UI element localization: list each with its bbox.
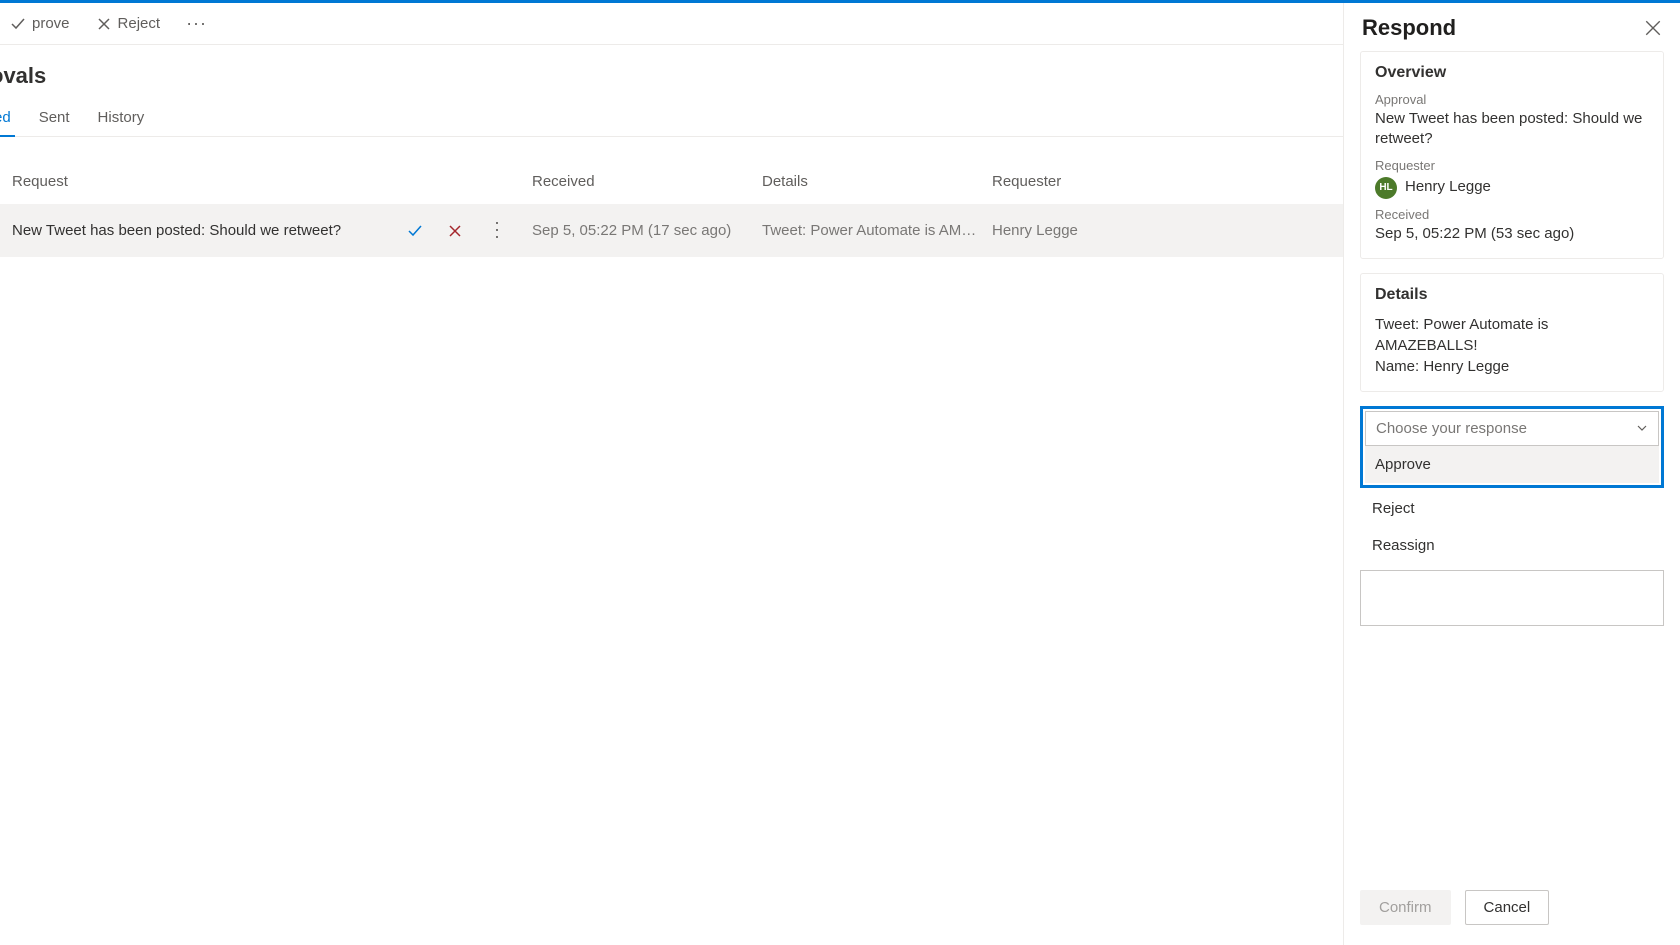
cell-request: New Tweet has been posted: Should we ret…: [12, 220, 532, 241]
details-line1: Tweet: Power Automate is AMAZEBALLS!: [1375, 314, 1649, 356]
approve-button[interactable]: prove: [0, 11, 80, 36]
tab-history[interactable]: History: [94, 101, 149, 136]
toolbar: prove Reject ···: [0, 3, 1343, 45]
panel-header: Respond: [1344, 3, 1680, 51]
request-text: New Tweet has been posted: Should we ret…: [12, 222, 341, 239]
approve-label: prove: [32, 15, 70, 32]
details-card: Details Tweet: Power Automate is AMAZEBA…: [1360, 273, 1664, 392]
overview-card: Overview Approval New Tweet has been pos…: [1360, 51, 1664, 259]
cell-details: Tweet: Power Automate is AMAZEBA...: [762, 222, 992, 239]
cell-requester: Henry Legge: [992, 222, 1343, 239]
panel-footer: Confirm Cancel: [1344, 876, 1680, 945]
tabs: ed Sent History: [0, 97, 1343, 137]
tab-received[interactable]: ed: [0, 101, 15, 136]
check-icon: [10, 16, 26, 32]
dropdown-list-lower: Reject Reassign: [1360, 490, 1664, 564]
dropdown-list: Approve: [1365, 446, 1659, 483]
dropdown-placeholder: Choose your response: [1376, 420, 1527, 437]
approval-value: New Tweet has been posted: Should we ret…: [1375, 109, 1649, 150]
page-title: ovals: [0, 45, 1343, 97]
received-value: Sep 5, 05:22 PM (53 sec ago): [1375, 224, 1649, 244]
requester-label: Requester: [1375, 158, 1649, 173]
option-reject[interactable]: Reject: [1360, 490, 1664, 527]
col-header-details[interactable]: Details: [762, 173, 992, 190]
table-header-row: Request Received Details Requester: [0, 137, 1343, 204]
response-highlight: Choose your response Approve: [1360, 406, 1664, 488]
option-approve[interactable]: Approve: [1365, 446, 1659, 483]
requester-name: Henry Legge: [1405, 177, 1491, 197]
approval-label: Approval: [1375, 92, 1649, 107]
col-header-requester[interactable]: Requester: [992, 173, 1343, 190]
col-header-received[interactable]: Received: [532, 173, 762, 190]
close-icon[interactable]: [447, 223, 463, 239]
respond-panel: Respond Overview Approval New Tweet has …: [1344, 3, 1680, 945]
more-icon[interactable]: ···: [487, 220, 508, 241]
close-icon[interactable]: [1644, 19, 1662, 37]
left-pane: prove Reject ··· ovals ed Sent History R…: [0, 3, 1344, 945]
col-header-request[interactable]: Request: [12, 173, 532, 190]
more-button[interactable]: ···: [176, 9, 217, 38]
main-container: prove Reject ··· ovals ed Sent History R…: [0, 3, 1680, 945]
overview-heading: Overview: [1375, 64, 1649, 82]
details-heading: Details: [1375, 286, 1649, 304]
comment-textarea[interactable]: [1360, 570, 1664, 626]
details-line2: Name: Henry Legge: [1375, 356, 1649, 377]
avatar: HL: [1375, 177, 1397, 199]
reject-label: Reject: [118, 15, 161, 32]
option-reassign[interactable]: Reassign: [1360, 527, 1664, 564]
cancel-button[interactable]: Cancel: [1465, 890, 1550, 925]
received-label: Received: [1375, 207, 1649, 222]
tab-sent[interactable]: Sent: [35, 101, 74, 136]
panel-body: Overview Approval New Tweet has been pos…: [1344, 51, 1680, 876]
row-actions: ···: [407, 220, 508, 241]
table-row[interactable]: New Tweet has been posted: Should we ret…: [0, 204, 1343, 257]
check-icon[interactable]: [407, 223, 423, 239]
cell-received: Sep 5, 05:22 PM (17 sec ago): [532, 222, 762, 239]
confirm-button: Confirm: [1360, 890, 1451, 925]
response-dropdown[interactable]: Choose your response: [1365, 411, 1659, 446]
panel-title: Respond: [1362, 15, 1456, 41]
reject-button[interactable]: Reject: [86, 11, 171, 36]
chevron-down-icon: [1636, 422, 1648, 434]
close-icon: [96, 16, 112, 32]
requester-row: HL Henry Legge: [1375, 177, 1649, 199]
